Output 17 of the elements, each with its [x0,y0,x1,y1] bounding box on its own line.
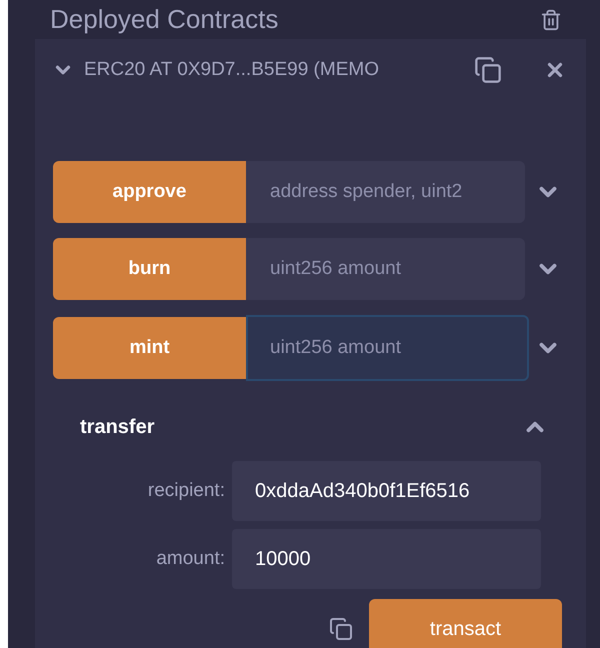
function-button[interactable]: mint [53,317,246,379]
argument-field[interactable]: address spender, uint2 [246,161,525,223]
copy-icon[interactable] [329,617,353,641]
function-button[interactable]: burn [53,238,246,300]
trash-icon[interactable] [540,8,562,30]
function-title: transfer [80,415,154,440]
argument-field[interactable]: uint256 amount [246,238,525,300]
parameter-label: recipient: [146,478,225,503]
parameter-label: amount: [155,546,225,571]
parameter-field[interactable]: 0xddaAd340b0f1Ef6516 [232,461,541,521]
parameter-field[interactable]: 10000 [232,529,541,589]
section-title: Deployed Contracts [50,3,278,36]
argument-field[interactable]: uint256 amount [246,315,529,381]
contract-title[interactable]: ERC20 AT 0X9D7...B5E99 (MEMO [84,56,379,84]
transact-button[interactable]: transact [369,599,562,648]
copy-icon[interactable] [474,56,502,84]
function-button[interactable]: approve [53,161,246,223]
